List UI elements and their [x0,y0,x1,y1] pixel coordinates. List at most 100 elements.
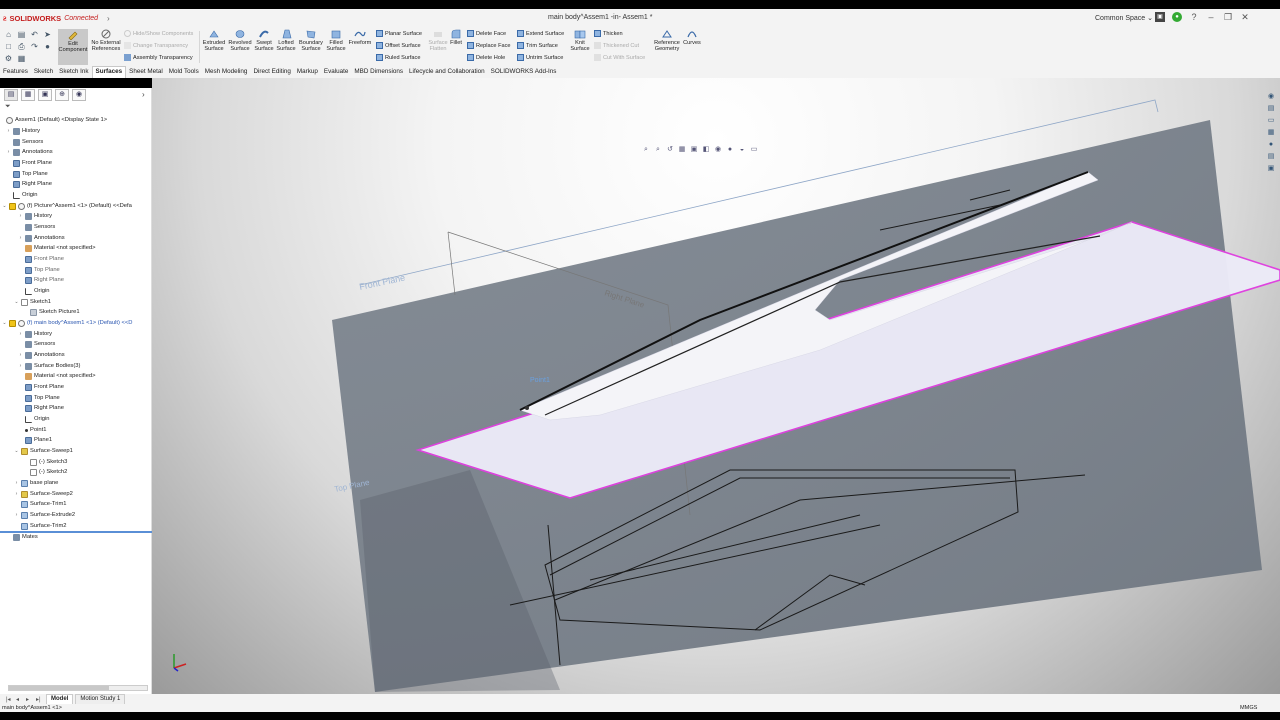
collapse-icon[interactable]: ⌄ [14,448,19,454]
tree-item-history[interactable]: › History [18,211,52,221]
property-manager-tab-icon[interactable]: ▦ [21,89,35,101]
replace-face-button[interactable]: Replace Face [467,42,511,49]
curves-button[interactable]: Curves [680,29,704,46]
tree-item-sensors[interactable]: Sensors [18,222,55,232]
tree-item-history[interactable]: › History [18,329,52,339]
tree-item-surface-sweep1[interactable]: ⌄ Surface-Sweep1 [14,446,73,456]
extruded-surface-button[interactable]: Extruded Surface [200,29,228,53]
new-icon[interactable]: □ [4,42,13,51]
tab-features[interactable]: Features [0,66,31,78]
tab-lifecycle[interactable]: Lifecycle and Collaboration [406,66,488,78]
tree-item-main-body[interactable]: ⌄ (f) main body^Assem1 <1> (Default) <<D [2,318,133,328]
app-logo[interactable]: ƨ SOLIDWORKS Connected › [3,13,110,23]
collapse-icon[interactable]: ⌄ [14,299,19,305]
tree-item-sensors[interactable]: Sensors [6,137,43,147]
untrim-surface-button[interactable]: Untrim Surface [517,54,563,61]
options-icon[interactable]: ⚙ [4,54,13,63]
tree-item-top-plane[interactable]: Top Plane [18,393,60,403]
tree-item-surface-trim1[interactable]: Surface-Trim1 [14,499,67,509]
help-icon[interactable]: ? [1189,12,1199,22]
tree-item-sketch2[interactable]: (-) Sketch2 [30,467,67,477]
zoom-area-icon[interactable]: ⌕ [654,146,662,154]
tree-item-surface-extrude2[interactable]: › Surface-Extrude2 [14,510,75,520]
tree-item-sketch3[interactable]: (-) Sketch3 [30,457,67,467]
tree-item-surface-sweep2[interactable]: › Surface-Sweep2 [14,489,73,499]
expand-icon[interactable]: › [6,128,11,134]
lofted-surface-button[interactable]: Lofted Surface [272,29,300,53]
feature-manager-tab-icon[interactable]: ▤ [4,89,18,101]
close-icon[interactable]: ✕ [1240,12,1250,22]
tree-item-origin[interactable]: Origin [6,190,37,200]
resources-icon[interactable]: ◉ [1266,92,1276,101]
view-settings-icon[interactable]: ▭ [750,146,758,154]
reference-geometry-button[interactable]: Reference Geometry [652,29,682,53]
trim-surface-button[interactable]: Trim Surface [517,42,558,49]
undo-icon[interactable]: ↶ [30,30,39,39]
tab-add-ins[interactable]: SOLIDWORKS Add-Ins [488,66,560,78]
filter-icon[interactable]: ⏷ [5,103,11,111]
tree-item-front-plane[interactable]: Front Plane [18,254,64,264]
tab-mesh-modeling[interactable]: Mesh Modeling [202,66,251,78]
tree-item-material[interactable]: Material <not specified> [18,243,96,253]
dimxpert-tab-icon[interactable]: ⊕ [55,89,69,101]
design-library-icon[interactable]: ▤ [1266,104,1276,113]
file-explorer-icon[interactable]: ▭ [1266,116,1276,125]
tree-item-sensors[interactable]: Sensors [18,339,55,349]
redo-icon[interactable]: ↷ [30,42,39,51]
tree-item-front-plane[interactable]: Front Plane [18,382,64,392]
extend-surface-button[interactable]: Extend Surface [517,30,564,37]
tree-horizontal-scrollbar[interactable] [8,685,148,691]
edit-component-button[interactable]: Edit Component [58,29,88,65]
tree-item-front-plane[interactable]: Front Plane [6,158,52,168]
tab-markup[interactable]: Markup [294,66,321,78]
tree-item-history[interactable]: › History [6,126,40,136]
collapse-arrow-icon[interactable]: › [142,90,145,99]
tree-item-picture-part[interactable]: ⌄ (f) Picture^Assem1 <1> (Default) <<Defa [2,201,132,211]
tab-evaluate[interactable]: Evaluate [321,66,352,78]
appearances-icon[interactable]: ● [1266,140,1276,149]
tree-item-top-plane[interactable]: Top Plane [18,265,60,275]
fillet-button[interactable]: Fillet [446,29,466,46]
custom-properties-icon[interactable]: ▤ [1266,152,1276,161]
tree-item-top-plane[interactable]: Top Plane [6,169,48,179]
planar-surface-button[interactable]: Planar Surface [376,30,422,37]
knit-surface-button[interactable]: Knit Surface [568,29,592,53]
configuration-manager-tab-icon[interactable]: ▣ [38,89,52,101]
thicken-button[interactable]: Thicken [594,30,623,37]
tree-item-sketch-picture1[interactable]: Sketch Picture1 [30,307,80,317]
scene-icon[interactable]: ◒ [738,146,746,154]
cut-with-surface-button[interactable]: Cut With Surface [594,54,645,61]
tab-surfaces[interactable]: Surfaces [91,66,127,78]
command-icon[interactable]: ▣ [1155,12,1165,22]
tree-item-origin[interactable]: Origin [18,286,49,296]
tree-item-origin[interactable]: Origin [18,414,49,424]
display-manager-tab-icon[interactable]: ◉ [72,89,86,101]
display-style-icon[interactable]: ◧ [702,146,710,154]
select-icon[interactable]: ➤ [43,30,52,39]
tree-item-annotations[interactable]: › Annotations [6,147,53,157]
minimize-icon[interactable]: – [1206,12,1216,22]
common-space-dropdown[interactable]: Common Space ⌄ [1095,14,1153,22]
appearance-icon[interactable]: ● [726,146,734,154]
rebuild-icon[interactable]: ● [43,42,52,51]
menu-arrow-icon[interactable]: › [107,14,110,23]
tree-item-surface-trim2[interactable]: Surface-Trim2 [14,521,67,531]
scrollbar-thumb[interactable] [9,686,109,690]
tree-item-plane1[interactable]: Plane1 [18,435,52,445]
tab-sketch[interactable]: Sketch [31,66,56,78]
first-tab-icon[interactable]: |◂ [6,696,14,703]
tree-item-right-plane[interactable]: Right Plane [18,275,64,285]
assembly-transparency-button[interactable]: Assembly Transparency [124,54,193,61]
tab-direct-editing[interactable]: Direct Editing [250,66,293,78]
tree-item-base-plane[interactable]: › base plane [14,478,58,488]
freeform-button[interactable]: Freeform [346,29,374,46]
restore-icon[interactable]: ❐ [1223,12,1233,22]
tree-item-right-plane[interactable]: Right Plane [18,403,64,413]
tab-mold-tools[interactable]: Mold Tools [166,66,202,78]
tab-mbd-dimensions[interactable]: MBD Dimensions [351,66,406,78]
view-orientation-icon[interactable]: ▣ [690,146,698,154]
collapse-icon[interactable]: ⌄ [2,203,7,209]
tab-sheet-metal[interactable]: Sheet Metal [126,66,166,78]
tree-item-material[interactable]: Material <not specified> [18,371,96,381]
previous-view-icon[interactable]: ↺ [666,146,674,154]
